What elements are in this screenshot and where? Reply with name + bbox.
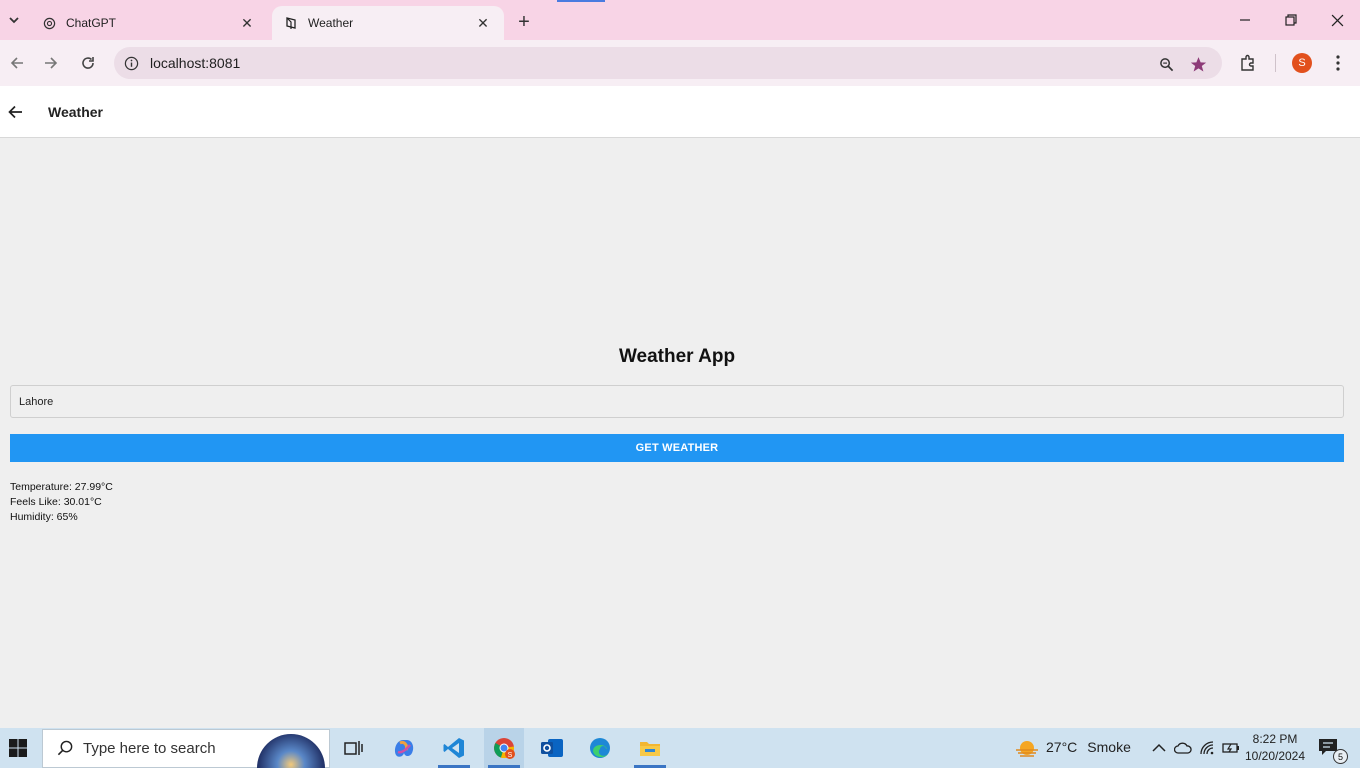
restore-button[interactable] [1276,6,1306,34]
forward-button[interactable] [38,50,64,76]
close-tab-icon[interactable]: ✕ [238,14,256,32]
arrow-left-icon [7,105,22,119]
taskbar-weather-widget[interactable]: 27°C Smoke [1014,736,1131,758]
clock-time: 8:22 PM [1252,732,1298,746]
chrome-icon: S [494,738,515,759]
search-icon [55,739,75,759]
tab-title: ChatGPT [66,16,117,30]
minimize-icon [1240,19,1250,21]
copilot-app[interactable] [384,728,424,768]
close-icon [1331,14,1343,26]
clock-date: 10/20/2024 [1244,749,1306,763]
search-placeholder: Type here to search [83,740,216,757]
weather-temperature: 27°C [1046,739,1078,755]
edge-icon [590,738,610,758]
restore-icon [1285,14,1297,26]
arrow-left-icon [10,57,23,69]
arrow-right-icon [45,57,58,69]
browser-tab-strip: ChatGPT ✕ Weather ✕ + [0,0,1360,40]
tab-search-button[interactable] [2,8,26,32]
outlook-icon [541,739,563,757]
chevron-down-icon [9,17,19,24]
close-window-button[interactable] [1322,6,1352,34]
zoom-icon[interactable] [1155,53,1177,75]
outlook-app[interactable] [532,728,572,768]
site-info-icon[interactable] [122,54,140,72]
wifi-icon[interactable] [1198,738,1218,758]
haze-weather-icon [1016,741,1038,757]
reload-icon [82,57,94,69]
task-view-icon [344,741,363,755]
page-title: Weather App [618,346,736,367]
search-highlight-illustration [257,734,325,768]
new-tab-button[interactable]: + [512,10,536,34]
temperature-text: Temperature: 27.99°C [10,481,113,493]
minimize-button[interactable] [1230,6,1260,34]
folder-icon [640,742,660,756]
toolbar-divider [1275,54,1276,72]
more-menu-icon[interactable] [1325,50,1351,76]
extensions-icon[interactable] [1235,50,1261,76]
browser-toolbar: localhost:8081 S [0,40,1360,86]
humidity-text: Humidity: 65% [10,511,78,523]
weather-screen: Weather App GET WEATHER Temperature: 27.… [0,138,1360,728]
edge-app[interactable] [580,728,620,768]
tab-title: Weather [308,16,354,30]
file-explorer-app[interactable] [630,728,670,768]
task-view-button[interactable] [334,728,374,768]
tab-group-indicator [557,0,605,2]
back-arrow-button[interactable] [4,101,26,123]
svg-text:S: S [508,752,513,759]
feels-like-text: Feels Like: 30.01°C [10,496,102,508]
taskbar-search[interactable]: Type here to search [42,729,330,768]
chevron-up-icon [1152,743,1166,752]
tab-chatgpt[interactable]: ChatGPT ✕ [30,6,268,40]
tab-weather[interactable]: Weather ✕ [272,6,504,40]
expo-logo-icon [284,16,298,30]
taskbar-clock[interactable]: 8:22 PM 10/20/2024 [1240,731,1310,765]
app-header-title: Weather [48,104,103,120]
vscode-icon [443,738,464,758]
close-tab-icon[interactable]: ✕ [474,14,492,32]
get-weather-button[interactable]: GET WEATHER [10,434,1344,462]
profile-avatar[interactable]: S [1292,53,1312,73]
battery-icon[interactable] [1221,738,1241,758]
chrome-app[interactable]: S [484,728,524,768]
copilot-icon [394,740,414,757]
weather-condition: Smoke [1087,739,1131,755]
notification-count-badge: 5 [1333,749,1348,764]
bookmark-star-icon[interactable] [1187,53,1209,75]
back-button[interactable] [4,50,30,76]
onedrive-icon[interactable] [1173,738,1193,758]
url-text[interactable]: localhost:8081 [150,55,240,71]
windows-logo-icon [9,739,27,757]
taskbar: Type here to search S 27°C Smoke 8:22 PM… [0,728,1360,768]
vscode-app[interactable] [434,728,474,768]
app-header: Weather [0,86,1360,138]
show-hidden-icons-button[interactable] [1149,738,1169,758]
reload-button[interactable] [75,50,101,76]
weather-results: Temperature: 27.99°C Feels Like: 30.01°C… [10,480,113,525]
plus-icon: + [518,10,530,33]
chatgpt-logo-icon [42,16,56,30]
city-input[interactable] [10,385,1344,418]
address-bar[interactable]: localhost:8081 [114,47,1222,79]
notifications-button[interactable]: 5 [1318,738,1348,764]
start-button[interactable] [8,738,28,758]
